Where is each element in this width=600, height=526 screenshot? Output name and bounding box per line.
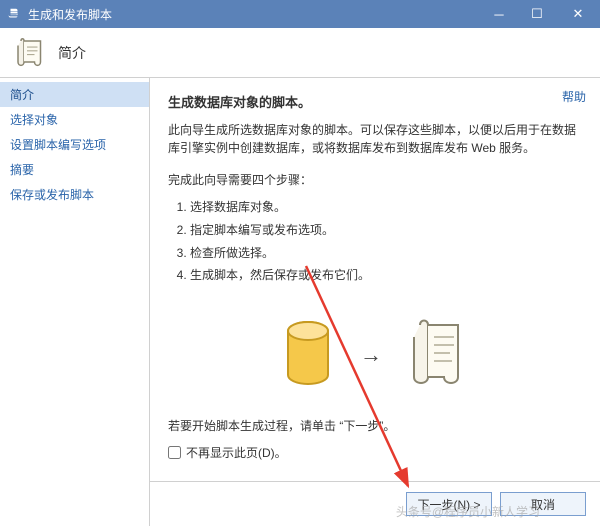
step-3: 检查所做选择。 [190,242,582,265]
maximize-button[interactable]: ☐ [518,0,556,28]
database-icon [280,319,336,391]
help-link[interactable]: 帮助 [562,88,586,105]
page-title: 简介 [58,43,86,63]
dont-show-checkbox-row[interactable]: 不再显示此页(D)。 [168,444,582,461]
steps-intro: 完成此向导需要四个步骤： [168,171,582,188]
window-titlebar: 生成和发布脚本 ─ ☐ ✕ [0,0,600,28]
sidebar-item-options[interactable]: 设置脚本编写选项 [0,132,149,157]
close-button[interactable]: ✕ [556,0,600,28]
wizard-header: 简介 [0,28,600,78]
scroll-icon [406,315,470,395]
script-icon [12,35,48,71]
steps-list: 选择数据库对象。 指定脚本编写或发布选项。 检查所做选择。 生成脚本，然后保存或… [168,196,582,287]
start-instruction: 若要开始脚本生成过程，请单击 “下一步”。 [168,417,582,434]
dont-show-label: 不再显示此页(D)。 [186,444,287,461]
step-1: 选择数据库对象。 [190,196,582,219]
step-2: 指定脚本编写或发布选项。 [190,219,582,242]
footer-divider [150,481,600,482]
sidebar-item-select[interactable]: 选择对象 [0,107,149,132]
window-title: 生成和发布脚本 [28,6,480,23]
app-icon [6,6,22,22]
content-area: 帮助 生成数据库对象的脚本。 此向导生成所选数据库对象的脚本。可以保存这些脚本，… [150,78,600,526]
arrow-icon: → [360,342,382,368]
sidebar-item-summary[interactable]: 摘要 [0,157,149,182]
sidebar: 简介 选择对象 设置脚本编写选项 摘要 保存或发布脚本 [0,78,150,526]
dont-show-checkbox[interactable] [168,446,181,459]
content-heading: 生成数据库对象的脚本。 [168,92,582,111]
content-description: 此向导生成所选数据库对象的脚本。可以保存这些脚本，以便以后用于在数据库引擎实例中… [168,121,582,157]
sidebar-item-intro[interactable]: 简介 [0,82,149,107]
watermark-text: 头条号@程序员小新人学习 [396,503,540,520]
minimize-button[interactable]: ─ [480,0,518,28]
window-controls: ─ ☐ ✕ [480,0,600,28]
sidebar-item-save[interactable]: 保存或发布脚本 [0,182,149,207]
step-4: 生成脚本，然后保存或发布它们。 [190,264,582,287]
illustration: → [168,315,582,395]
